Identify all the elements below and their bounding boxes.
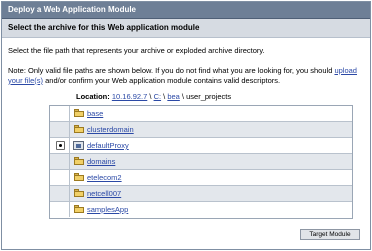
directory-link-etelecom2[interactable]: etelecom2 (87, 173, 122, 182)
panel-title: Deploy a Web Application Module (8, 5, 137, 14)
table-row: samplesApp (50, 202, 352, 218)
note-text: Note: Only valid file paths are shown be… (8, 66, 366, 85)
select-cell (50, 154, 70, 169)
folder-icon (74, 173, 84, 181)
table-row: etelecom2 (50, 170, 352, 186)
folder-icon (74, 157, 84, 165)
note-text-after: and/or confirm your Web application modu… (43, 75, 281, 85)
instruction-text: Select the file path that represents you… (8, 46, 265, 55)
directory-link-clusterdomain[interactable]: clusterdomain (87, 125, 134, 134)
section-heading-band: Select the archive for this Web applicat… (2, 19, 370, 38)
folder-icon (74, 125, 84, 133)
breadcrumb-current: user_projects (186, 92, 232, 101)
location-label: Location: (76, 92, 110, 101)
radio-selected-dot (59, 144, 62, 147)
select-cell (50, 122, 70, 137)
table-row: base (50, 106, 352, 122)
deploy-web-app-panel: Deploy a Web Application Module Select t… (1, 1, 371, 250)
file-path-table: base clusterdomain defaultProxy domains … (49, 105, 353, 219)
table-row: netcell007 (50, 186, 352, 202)
directory-link-domains[interactable]: domains (87, 157, 115, 166)
section-heading: Select the archive for this Web applicat… (8, 23, 200, 32)
directory-link-samplesapp[interactable]: samplesApp (87, 205, 128, 214)
note-text-before: Note: Only valid file paths are shown be… (8, 66, 335, 75)
table-row: clusterdomain (50, 122, 352, 138)
web-application-icon (73, 141, 84, 150)
folder-icon (74, 189, 84, 197)
select-cell (50, 170, 70, 185)
breadcrumb-host-link[interactable]: 10.16.92.7 (112, 92, 147, 101)
select-radio-defaultproxy[interactable] (56, 141, 65, 150)
select-cell (50, 106, 70, 121)
directory-link-netcell007[interactable]: netcell007 (87, 189, 121, 198)
location-breadcrumb: Location: 10.16.92.7 \ C: \ bea \ user_p… (76, 92, 231, 101)
target-module-button[interactable]: Target Module (300, 229, 360, 240)
breadcrumb-drive-link[interactable]: C: (154, 92, 162, 101)
select-cell (50, 202, 70, 217)
select-cell (50, 138, 70, 153)
breadcrumb-bea-link[interactable]: bea (167, 92, 180, 101)
directory-link-base[interactable]: base (87, 109, 103, 118)
select-cell (50, 186, 70, 201)
table-row: domains (50, 154, 352, 170)
table-row: defaultProxy (50, 138, 352, 154)
panel-title-bar: Deploy a Web Application Module (2, 2, 370, 19)
folder-icon (74, 205, 84, 213)
application-link-defaultproxy[interactable]: defaultProxy (87, 141, 129, 150)
folder-icon (74, 109, 84, 117)
